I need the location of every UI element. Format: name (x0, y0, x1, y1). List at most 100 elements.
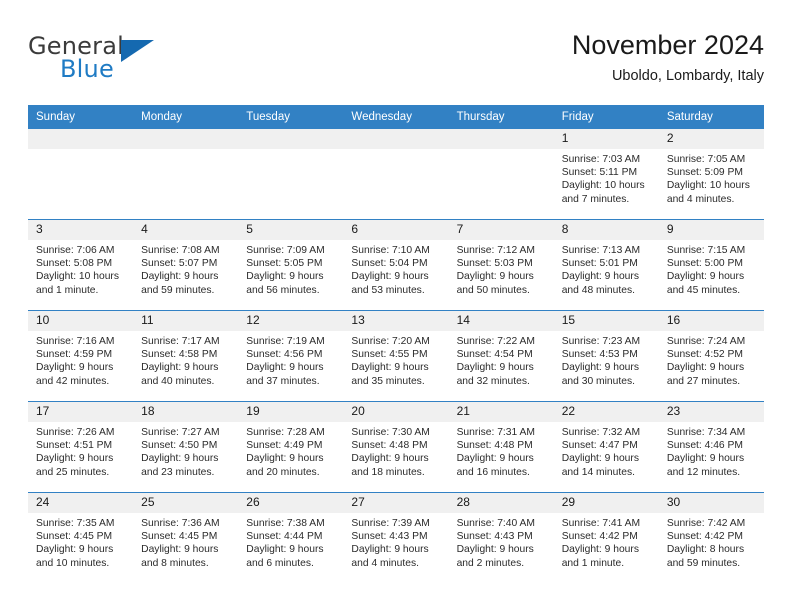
sunset-text: Sunset: 4:51 PM (36, 440, 113, 452)
calendar-day-cell[interactable]: 15 Sunrise: 7:23 AM Sunset: 4:53 PM Dayligh… (553, 310, 659, 402)
day-sun-info: Sunrise: 7:27 AM Sunset: 4:50 PM Daylight:… (133, 422, 238, 479)
daylight-text-line2: and 10 minutes. (36, 557, 110, 569)
calendar-day-cell[interactable]: 27 Sunrise: 7:39 AM Sunset: 4:43 PM Dayligh… (343, 492, 449, 583)
sunset-text: Sunset: 4:43 PM (456, 531, 533, 543)
calendar-day-cell[interactable]: 3 Sunrise: 7:06 AM Sunset: 5:08 PM Daylight… (28, 219, 134, 311)
calendar-day-cell[interactable]: 4 Sunrise: 7:08 AM Sunset: 5:07 PM Daylight… (133, 219, 239, 311)
sunrise-text: Sunrise: 7:16 AM (36, 336, 115, 347)
calendar-day-cell[interactable]: 1 Sunrise: 7:03 AM Sunset: 5:11 PM Daylight… (553, 128, 659, 220)
calendar-day-cell[interactable]: 6 Sunrise: 7:10 AM Sunset: 5:04 PM Daylight… (343, 219, 449, 311)
day-sun-info: Sunrise: 7:24 AM Sunset: 4:52 PM Daylight:… (659, 331, 764, 388)
day-sun-info: Sunrise: 7:42 AM Sunset: 4:42 PM Daylight:… (659, 513, 764, 570)
daylight-text-line2: and 53 minutes. (351, 284, 425, 296)
daylight-text-line1: Daylight: 9 hours (456, 453, 534, 465)
calendar-day-cell[interactable]: 10 Sunrise: 7:16 AM Sunset: 4:59 PM Dayligh… (28, 310, 134, 402)
day-sun-info: Sunrise: 7:31 AM Sunset: 4:48 PM Daylight:… (449, 422, 554, 479)
day-number (238, 129, 344, 149)
sunrise-text: Sunrise: 7:39 AM (351, 518, 430, 529)
sunrise-text: Sunrise: 7:24 AM (666, 336, 746, 347)
calendar-day-cell[interactable]: 25 Sunrise: 7:36 AM Sunset: 4:45 PM Dayligh… (133, 492, 239, 583)
daylight-text-line1: Daylight: 9 hours (36, 362, 114, 374)
calendar-day-cell[interactable]: 14 Sunrise: 7:22 AM Sunset: 4:54 PM Dayligh… (448, 310, 554, 402)
daylight-text-line1: Daylight: 9 hours (561, 453, 639, 465)
calendar-day-cell-empty (28, 128, 134, 220)
calendar-day-cell[interactable]: 17 Sunrise: 7:26 AM Sunset: 4:51 PM Dayligh… (28, 401, 134, 493)
day-sun-info: Sunrise: 7:20 AM Sunset: 4:55 PM Daylight:… (343, 331, 448, 388)
calendar-day-cell[interactable]: 23 Sunrise: 7:34 AM Sunset: 4:46 PM Dayligh… (658, 401, 764, 493)
day-sun-info: Sunrise: 7:05 AM Sunset: 5:09 PM Daylight:… (659, 149, 764, 206)
sunset-text: Sunset: 4:53 PM (561, 349, 638, 361)
calendar-day-cell[interactable]: 24 Sunrise: 7:35 AM Sunset: 4:45 PM Dayligh… (28, 492, 134, 583)
day-number: 25 (133, 493, 239, 513)
sunrise-text: Sunrise: 7:28 AM (246, 427, 325, 438)
page-title: November 2024 (571, 30, 764, 60)
calendar-day-cell[interactable]: 20 Sunrise: 7:30 AM Sunset: 4:48 PM Dayligh… (343, 401, 449, 493)
daylight-text-line2: and 20 minutes. (246, 466, 320, 478)
calendar-day-cell[interactable]: 21 Sunrise: 7:31 AM Sunset: 4:48 PM Dayligh… (448, 401, 554, 493)
day-number: 12 (238, 311, 344, 331)
sunrise-text: Sunrise: 7:12 AM (456, 245, 535, 256)
daylight-text-line1: Daylight: 9 hours (456, 544, 534, 556)
day-sun-info: Sunrise: 7:15 AM Sunset: 5:00 PM Daylight:… (659, 240, 764, 297)
calendar-day-cell[interactable]: 9 Sunrise: 7:15 AM Sunset: 5:00 PM Daylight… (658, 219, 764, 311)
day-number: 2 (658, 129, 764, 149)
calendar-day-cell[interactable]: 18 Sunrise: 7:27 AM Sunset: 4:50 PM Dayligh… (133, 401, 239, 493)
general-blue-logo[interactable]: General Blue (28, 32, 248, 88)
day-number: 19 (238, 402, 344, 422)
calendar-day-cell[interactable]: 16 Sunrise: 7:24 AM Sunset: 4:52 PM Dayligh… (658, 310, 764, 402)
sunrise-text: Sunrise: 7:26 AM (36, 427, 115, 438)
sunrise-text: Sunrise: 7:15 AM (666, 245, 746, 256)
daylight-text-line2: and 35 minutes. (351, 375, 425, 387)
sunset-text: Sunset: 4:50 PM (141, 440, 218, 452)
sunrise-text: Sunrise: 7:20 AM (351, 336, 430, 347)
calendar-week-row: 17 Sunrise: 7:26 AM Sunset: 4:51 PM Dayligh… (28, 401, 764, 493)
calendar-week-row: 1 Sunrise: 7:03 AM Sunset: 5:11 PM Daylight… (28, 128, 764, 220)
day-number: 29 (553, 493, 659, 513)
calendar-day-cell-empty (238, 128, 344, 220)
sunrise-text: Sunrise: 7:08 AM (141, 245, 220, 256)
day-number: 24 (28, 493, 134, 513)
sunset-text: Sunset: 4:45 PM (141, 531, 218, 543)
daylight-text-line1: Daylight: 9 hours (666, 271, 745, 283)
sunrise-text: Sunrise: 7:05 AM (666, 154, 746, 165)
calendar-day-cell[interactable]: 28 Sunrise: 7:40 AM Sunset: 4:43 PM Dayligh… (448, 492, 554, 583)
sunset-text: Sunset: 5:07 PM (141, 258, 218, 270)
calendar-week-row: 10 Sunrise: 7:16 AM Sunset: 4:59 PM Dayligh… (28, 310, 764, 402)
daylight-text-line1: Daylight: 9 hours (246, 362, 324, 374)
day-number: 3 (28, 220, 134, 240)
day-number (133, 129, 239, 149)
day-sun-info: Sunrise: 7:10 AM Sunset: 5:04 PM Daylight:… (343, 240, 448, 297)
calendar-day-cell[interactable]: 2 Sunrise: 7:05 AM Sunset: 5:09 PM Daylight… (658, 128, 764, 220)
day-number (343, 129, 449, 149)
calendar-head: Sunday Monday Tuesday Wednesday Thursday… (28, 105, 764, 129)
daylight-text-line1: Daylight: 9 hours (351, 362, 429, 374)
sunrise-text: Sunrise: 7:23 AM (561, 336, 641, 347)
daylight-text-line2: and 45 minutes. (666, 284, 741, 296)
calendar-day-cell[interactable]: 5 Sunrise: 7:09 AM Sunset: 5:05 PM Daylight… (238, 219, 344, 311)
sunrise-text: Sunrise: 7:31 AM (456, 427, 535, 438)
calendar-day-cell[interactable]: 12 Sunrise: 7:19 AM Sunset: 4:56 PM Dayligh… (238, 310, 344, 402)
daylight-text-line1: Daylight: 9 hours (36, 453, 114, 465)
calendar-day-cell[interactable]: 22 Sunrise: 7:32 AM Sunset: 4:47 PM Dayligh… (553, 401, 659, 493)
calendar-day-cell[interactable]: 19 Sunrise: 7:28 AM Sunset: 4:49 PM Dayligh… (238, 401, 344, 493)
daylight-text-line1: Daylight: 9 hours (141, 271, 219, 283)
daylight-text-line1: Daylight: 10 hours (561, 180, 645, 192)
sunset-text: Sunset: 4:48 PM (351, 440, 428, 452)
sunset-text: Sunset: 4:45 PM (36, 531, 113, 543)
daylight-text-line2: and 56 minutes. (246, 284, 320, 296)
daylight-text-line2: and 2 minutes. (456, 557, 525, 569)
weekday-header-row: Sunday Monday Tuesday Wednesday Thursday… (28, 105, 764, 129)
sunrise-text: Sunrise: 7:09 AM (246, 245, 325, 256)
daylight-text-line2: and 4 minutes. (666, 193, 735, 205)
calendar-day-cell[interactable]: 29 Sunrise: 7:41 AM Sunset: 4:42 PM Dayligh… (553, 492, 659, 583)
daylight-text-line2: and 23 minutes. (141, 466, 215, 478)
calendar-day-cell[interactable]: 13 Sunrise: 7:20 AM Sunset: 4:55 PM Dayligh… (343, 310, 449, 402)
day-sun-info: Sunrise: 7:17 AM Sunset: 4:58 PM Daylight:… (133, 331, 238, 388)
calendar-day-cell[interactable]: 7 Sunrise: 7:12 AM Sunset: 5:03 PM Daylight… (448, 219, 554, 311)
daylight-text-line2: and 4 minutes. (351, 557, 419, 569)
calendar-day-cell[interactable]: 11 Sunrise: 7:17 AM Sunset: 4:58 PM Dayligh… (133, 310, 239, 402)
calendar-day-cell[interactable]: 26 Sunrise: 7:38 AM Sunset: 4:44 PM Dayligh… (238, 492, 344, 583)
calendar-day-cell[interactable]: 30 Sunrise: 7:42 AM Sunset: 4:42 PM Dayligh… (658, 492, 764, 583)
daylight-text-line1: Daylight: 9 hours (246, 453, 324, 465)
calendar-day-cell[interactable]: 8 Sunrise: 7:13 AM Sunset: 5:01 PM Daylight… (553, 219, 659, 311)
